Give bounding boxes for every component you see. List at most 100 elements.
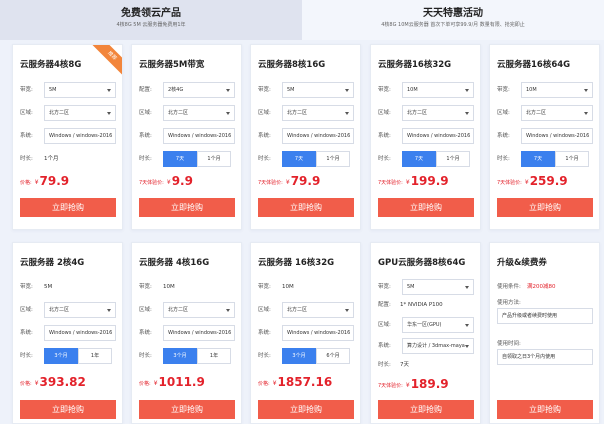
system-label: 系统:: [497, 133, 510, 139]
tab-free-products[interactable]: 免费领云产品 4核8G 5M 云服务器免费用1年: [0, 0, 302, 40]
bandwidth-label: 带宽:: [378, 284, 391, 290]
currency-symbol: ¥: [524, 179, 529, 186]
config-row: 配置: 2核4G: [139, 82, 235, 98]
duration-option-selected[interactable]: 7天: [521, 151, 555, 167]
buy-now-button[interactable]: 立即抢购: [378, 400, 474, 419]
buy-now-button[interactable]: 立即抢购: [139, 198, 235, 217]
region-select[interactable]: 华东一区(GPU): [402, 317, 474, 333]
bandwidth-label: 带宽:: [20, 284, 33, 290]
price-value: 259.9: [529, 174, 568, 188]
bandwidth-label: 带宽:: [378, 87, 391, 93]
card-title: 云服务器 4核16G: [139, 258, 210, 268]
region-select[interactable]: 北方二区: [44, 105, 116, 121]
buy-now-button[interactable]: 立即抢购: [20, 198, 116, 217]
region-row: 区域: 北方二区: [139, 105, 235, 121]
system-row: 系统: Windows / windows-2016: [258, 128, 354, 144]
duration-option[interactable]: 6个月: [316, 348, 350, 364]
bandwidth-select[interactable]: 5M: [44, 82, 116, 98]
duration-option-selected[interactable]: 7天: [163, 151, 197, 167]
system-select[interactable]: 算力设计 / 3dmax-maya: [402, 338, 474, 354]
region-select[interactable]: 北方二区: [282, 302, 354, 318]
currency-symbol: ¥: [405, 179, 410, 186]
region-row: 区域: 华东一区(GPU): [378, 317, 474, 333]
duration-label: 时长:: [139, 353, 152, 359]
buy-now-button[interactable]: 立即抢购: [378, 198, 474, 217]
region-label: 区域:: [139, 307, 152, 313]
bandwidth-select[interactable]: 5M: [282, 82, 354, 98]
buy-now-button[interactable]: 立即抢购: [139, 400, 235, 419]
bandwidth-label: 带宽:: [258, 87, 271, 93]
duration-option[interactable]: 1个月: [555, 151, 589, 167]
tab-free-subtitle: 4核8G 5M 云服务器免费用1年: [116, 22, 186, 28]
bandwidth-row: 带宽: 10M: [139, 279, 235, 295]
buy-now-button[interactable]: 立即抢购: [497, 198, 593, 217]
config-select[interactable]: 2核4G: [163, 82, 235, 98]
system-label: 系统:: [139, 133, 152, 139]
duration-toggle: 3个月 1年: [163, 348, 231, 364]
buy-now-button[interactable]: 立即抢购: [497, 400, 593, 419]
chevron-down-icon: [226, 309, 230, 312]
system-value: Windows / windows-2016: [49, 330, 113, 336]
bandwidth-row: 带宽: 5M: [20, 82, 116, 98]
region-label: 区域:: [258, 110, 271, 116]
system-select[interactable]: Windows / windows-2016: [44, 325, 116, 341]
chevron-down-icon: [465, 286, 469, 289]
bandwidth-row: 带宽: 5M: [20, 279, 116, 295]
bandwidth-select[interactable]: 5M: [402, 279, 474, 295]
price-value: 79.9: [39, 174, 70, 188]
duration-row: 时长: 1个月: [20, 151, 116, 167]
region-row: 区域: 北方二区: [378, 105, 474, 121]
duration-option[interactable]: 1年: [197, 348, 231, 364]
region-select[interactable]: 北方二区: [402, 105, 474, 121]
buy-now-button[interactable]: 立即抢购: [20, 400, 116, 419]
system-select[interactable]: Windows / windows-2016: [521, 128, 593, 144]
duration-option-selected[interactable]: 3个月: [44, 348, 78, 364]
duration-option[interactable]: 1个月: [316, 151, 350, 167]
bandwidth-value: 10M: [526, 87, 537, 93]
region-select[interactable]: 北方二区: [44, 302, 116, 318]
duration-option-selected[interactable]: 7天: [282, 151, 316, 167]
duration-option-selected[interactable]: 3个月: [282, 348, 316, 364]
system-label: 系统:: [258, 330, 271, 336]
chevron-down-icon: [345, 89, 349, 92]
system-select[interactable]: Windows / windows-2016: [163, 325, 235, 341]
price: 价格: ¥1857.16: [258, 375, 332, 389]
price-label: 价格:: [139, 381, 151, 387]
system-select[interactable]: Windows / windows-2016: [282, 128, 354, 144]
system-row: 系统: Windows / windows-2016: [258, 325, 354, 341]
system-row: 系统: Windows / windows-2016: [20, 325, 116, 341]
duration-option-selected[interactable]: 7天: [402, 151, 436, 167]
system-select[interactable]: Windows / windows-2016: [163, 128, 235, 144]
duration-toggle: 7天 1个月: [402, 151, 470, 167]
bandwidth-select[interactable]: 10M: [402, 82, 474, 98]
system-select[interactable]: Windows / windows-2016: [44, 128, 116, 144]
duration-option[interactable]: 1年: [78, 348, 112, 364]
region-select[interactable]: 北方二区: [521, 105, 593, 121]
region-select[interactable]: 北方二区: [163, 302, 235, 318]
region-label: 区域:: [258, 307, 271, 313]
system-select[interactable]: Windows / windows-2016: [402, 128, 474, 144]
currency-symbol: ¥: [405, 382, 410, 389]
duration-option[interactable]: 1个月: [197, 151, 231, 167]
buy-now-button[interactable]: 立即抢购: [258, 400, 354, 419]
bandwidth-value: 5M: [287, 87, 295, 93]
tab-daily-deals[interactable]: 天天特惠活动 4核8G 10M云服务器 首次下单可享99.9/月 数量有限、抢完…: [302, 0, 604, 40]
method-row: 使用方法: 产品升级或者续费时使用: [497, 295, 593, 329]
duration-option-selected[interactable]: 3个月: [163, 348, 197, 364]
chevron-down-icon: [465, 324, 469, 327]
buy-now-button[interactable]: 立即抢购: [258, 198, 354, 217]
duration-value: 1个月: [44, 151, 116, 167]
bandwidth-select[interactable]: 10M: [521, 82, 593, 98]
system-select[interactable]: Windows / windows-2016: [282, 325, 354, 341]
region-select[interactable]: 北方二区: [282, 105, 354, 121]
region-row: 区域: 北方二区: [258, 302, 354, 318]
system-row: 系统: Windows / windows-2016: [139, 128, 235, 144]
duration-label: 时长:: [139, 156, 152, 162]
chevron-down-icon: [226, 112, 230, 115]
price-label: 价格:: [20, 180, 32, 186]
region-select[interactable]: 北方二区: [163, 105, 235, 121]
currency-symbol: ¥: [34, 380, 39, 387]
duration-option[interactable]: 1个月: [436, 151, 470, 167]
region-row: 区域: 北方二区: [20, 302, 116, 318]
system-label: 系统:: [378, 133, 391, 139]
